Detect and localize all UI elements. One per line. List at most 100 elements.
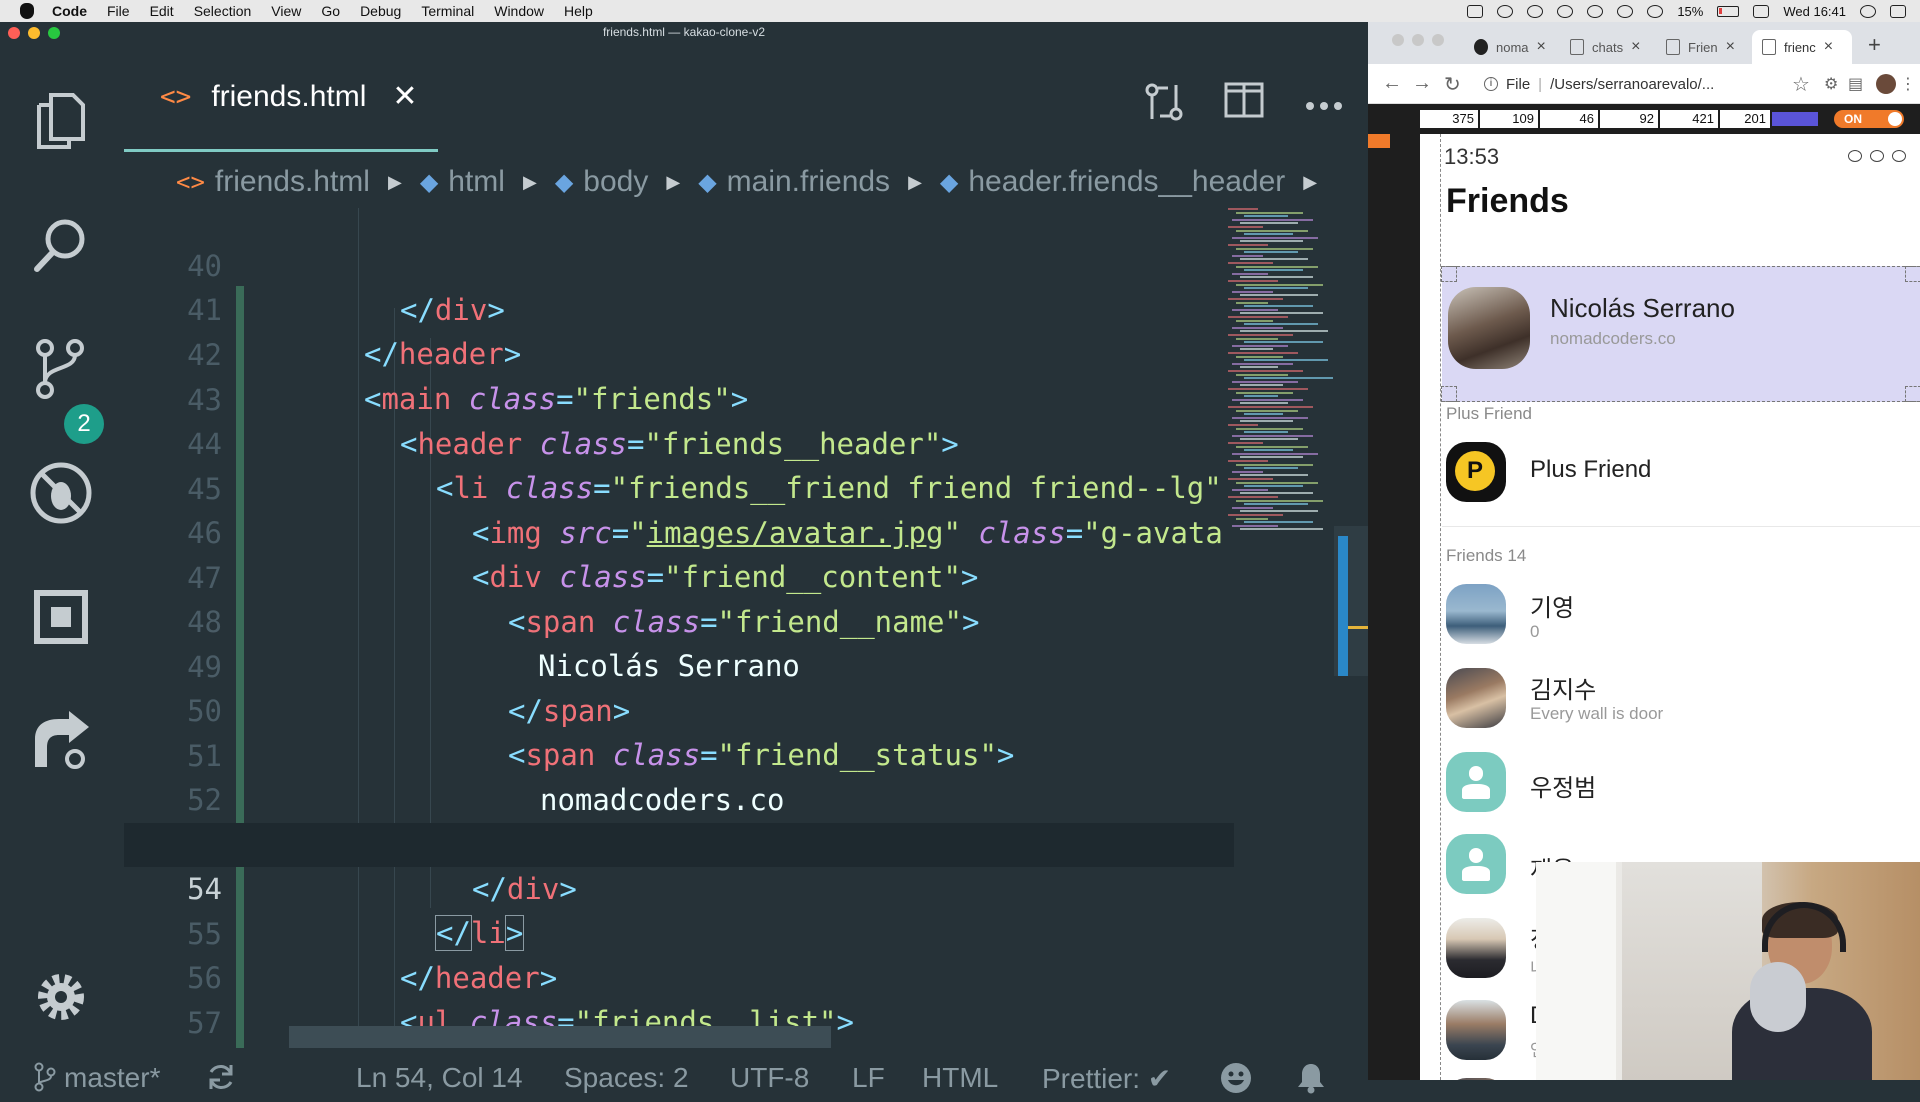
back-arrow-icon[interactable]: ← xyxy=(1382,72,1402,95)
browser-menu-icon[interactable]: ⋮ xyxy=(1900,74,1916,94)
explorer-icon[interactable] xyxy=(28,88,94,154)
source-control-icon[interactable] xyxy=(28,336,94,402)
more-actions-icon[interactable] xyxy=(1304,82,1344,121)
avatar[interactable] xyxy=(1448,287,1530,369)
menu-go[interactable]: Go xyxy=(321,3,340,19)
close-tab-icon[interactable]: × xyxy=(1537,38,1546,56)
reload-icon[interactable]: ↻ xyxy=(1444,72,1461,97)
code-line[interactable]: 41 </header> xyxy=(124,244,1234,371)
battery-icon[interactable] xyxy=(1717,5,1740,17)
default-avatar-icon[interactable] xyxy=(1446,834,1506,894)
friend-name[interactable]: 우정범 xyxy=(1530,768,1596,803)
cloud-icon[interactable] xyxy=(1527,4,1544,18)
minimize-window-button[interactable] xyxy=(1412,34,1424,46)
code-line[interactable]: 53 </div> xyxy=(124,779,1234,906)
avatar[interactable] xyxy=(1446,1000,1506,1060)
ruler-value[interactable]: 109 xyxy=(1480,110,1538,128)
search-icon[interactable] xyxy=(28,212,94,278)
open-changes-icon[interactable] xyxy=(1144,82,1184,131)
browser-tab-active[interactable]: frienc × xyxy=(1752,30,1852,64)
language-mode[interactable]: HTML xyxy=(922,1062,998,1094)
volume-icon[interactable] xyxy=(1647,4,1664,18)
maximize-window-button[interactable] xyxy=(48,27,60,39)
my-profile-row[interactable]: Nicolás Serrano nomadcoders.co xyxy=(1441,266,1920,402)
code-editor[interactable]: 40 </div> 41 </header> 42 <main class="f… xyxy=(124,208,1368,1048)
code-line[interactable]: 42 <main class="friends"> xyxy=(124,289,1234,416)
code-line[interactable]: 40 </div> xyxy=(124,208,1234,327)
browser-tab[interactable]: chats × xyxy=(1560,30,1654,64)
close-window-button[interactable] xyxy=(1392,34,1404,46)
code-line[interactable]: 56 <ul class="friends__list"> xyxy=(124,912,1234,1039)
extension-icon[interactable]: ⚙ xyxy=(1824,74,1838,94)
menu-edit[interactable]: Edit xyxy=(150,3,174,19)
extension-ruler-icon[interactable]: ▤ xyxy=(1848,74,1863,94)
ruler-value[interactable]: 421 xyxy=(1660,110,1718,128)
ruler-value[interactable]: 201 xyxy=(1720,110,1770,128)
browser-tab[interactable]: Frien × xyxy=(1656,30,1750,64)
breadcrumb-html[interactable]: ◆ html xyxy=(420,165,505,199)
code-line[interactable]: 49 </span> xyxy=(124,601,1234,728)
breadcrumb-header-friends-header[interactable]: ◆ header.friends__header xyxy=(940,165,1285,199)
notifications-bell-icon[interactable] xyxy=(1296,1062,1326,1101)
menu-terminal[interactable]: Terminal xyxy=(421,3,474,19)
address-bar[interactable]: i File | /Users/serranoarevalo/... xyxy=(1484,70,1784,98)
battery-percent[interactable]: 15% xyxy=(1677,4,1703,19)
close-tab-icon[interactable]: ✕ xyxy=(392,79,417,114)
info-icon[interactable]: i xyxy=(1484,77,1498,91)
code-line[interactable]: 51 nomadcoders.co xyxy=(124,690,1234,817)
display-icon[interactable] xyxy=(1753,4,1770,18)
forward-arrow-icon[interactable]: → xyxy=(1412,72,1432,95)
code-line[interactable]: 57 < xyxy=(124,957,1234,1040)
menu-file[interactable]: File xyxy=(107,3,130,19)
close-tab-icon[interactable]: × xyxy=(1824,38,1833,56)
prettier-status[interactable]: Prettier: ✔ xyxy=(1042,1062,1171,1095)
breadcrumb-body[interactable]: ◆ body xyxy=(555,165,649,199)
live-share-icon[interactable] xyxy=(28,708,94,774)
indentation-setting[interactable]: Spaces: 2 xyxy=(564,1062,689,1094)
git-branch-label[interactable]: master* xyxy=(64,1062,160,1094)
menu-help[interactable]: Help xyxy=(564,3,593,19)
code-line-current[interactable]: 54 </li> xyxy=(124,823,1234,951)
debug-icon[interactable] xyxy=(28,460,94,526)
code-line[interactable]: 43 <header class="friends__header"> xyxy=(124,334,1234,461)
extensions-icon[interactable] xyxy=(28,584,94,650)
ruler-on-toggle[interactable]: ON xyxy=(1834,110,1904,128)
avatar[interactable] xyxy=(1446,918,1506,978)
scrollbar-thumb[interactable] xyxy=(1338,536,1348,676)
code-line[interactable]: 48 Nicolás Serrano xyxy=(124,556,1234,683)
code-line[interactable]: 52 </span> xyxy=(124,734,1234,861)
notification-center-icon[interactable] xyxy=(1890,4,1906,18)
screen-record-icon[interactable] xyxy=(1467,4,1484,18)
breadcrumb-main-friends[interactable]: ◆ main.friends xyxy=(698,165,890,199)
tab-friends-html[interactable]: <> friends.html ✕ xyxy=(124,44,438,152)
feedback-smiley-icon[interactable] xyxy=(1220,1062,1252,1101)
vertical-scrollbar[interactable] xyxy=(1334,526,1368,676)
breadcrumb-file[interactable]: <> friends.html xyxy=(176,165,370,199)
split-editor-icon[interactable] xyxy=(1224,82,1264,127)
menu-app-name[interactable]: Code xyxy=(52,3,87,19)
encoding-setting[interactable]: UTF-8 xyxy=(730,1062,809,1094)
friend-name[interactable]: Plus Friend xyxy=(1530,456,1651,484)
code-line[interactable]: 55 </header> xyxy=(124,868,1234,995)
new-tab-icon[interactable]: + xyxy=(1868,32,1881,58)
code-line[interactable]: 44 <li class="friends__friend friend fri… xyxy=(124,378,1234,505)
close-tab-icon[interactable]: × xyxy=(1631,38,1640,56)
maximize-window-button[interactable] xyxy=(1432,34,1444,46)
apple-icon[interactable] xyxy=(20,3,34,19)
code-line[interactable]: 50 <span class="friend__status"> xyxy=(124,645,1234,772)
ruler-value[interactable]: 375 xyxy=(1420,110,1478,128)
menu-bar-clock[interactable]: Wed 16:41 xyxy=(1783,4,1846,19)
minimize-window-button[interactable] xyxy=(28,27,40,39)
code-line[interactable]: 47 <span class="friend__name"> xyxy=(124,512,1234,639)
spotlight-icon[interactable] xyxy=(1860,4,1876,18)
minimap[interactable] xyxy=(1228,208,1338,538)
friend-name[interactable]: 김지수 xyxy=(1530,670,1596,705)
coffee-icon[interactable] xyxy=(1497,4,1514,18)
cursor-position[interactable]: Ln 54, Col 14 xyxy=(356,1062,523,1094)
menu-selection[interactable]: Selection xyxy=(194,3,252,19)
wifi-icon[interactable] xyxy=(1617,4,1634,18)
eol-setting[interactable]: LF xyxy=(852,1062,885,1094)
git-branch-icon[interactable] xyxy=(34,1062,56,1099)
bluetooth-icon[interactable] xyxy=(1587,4,1604,18)
menu-window[interactable]: Window xyxy=(494,3,544,19)
